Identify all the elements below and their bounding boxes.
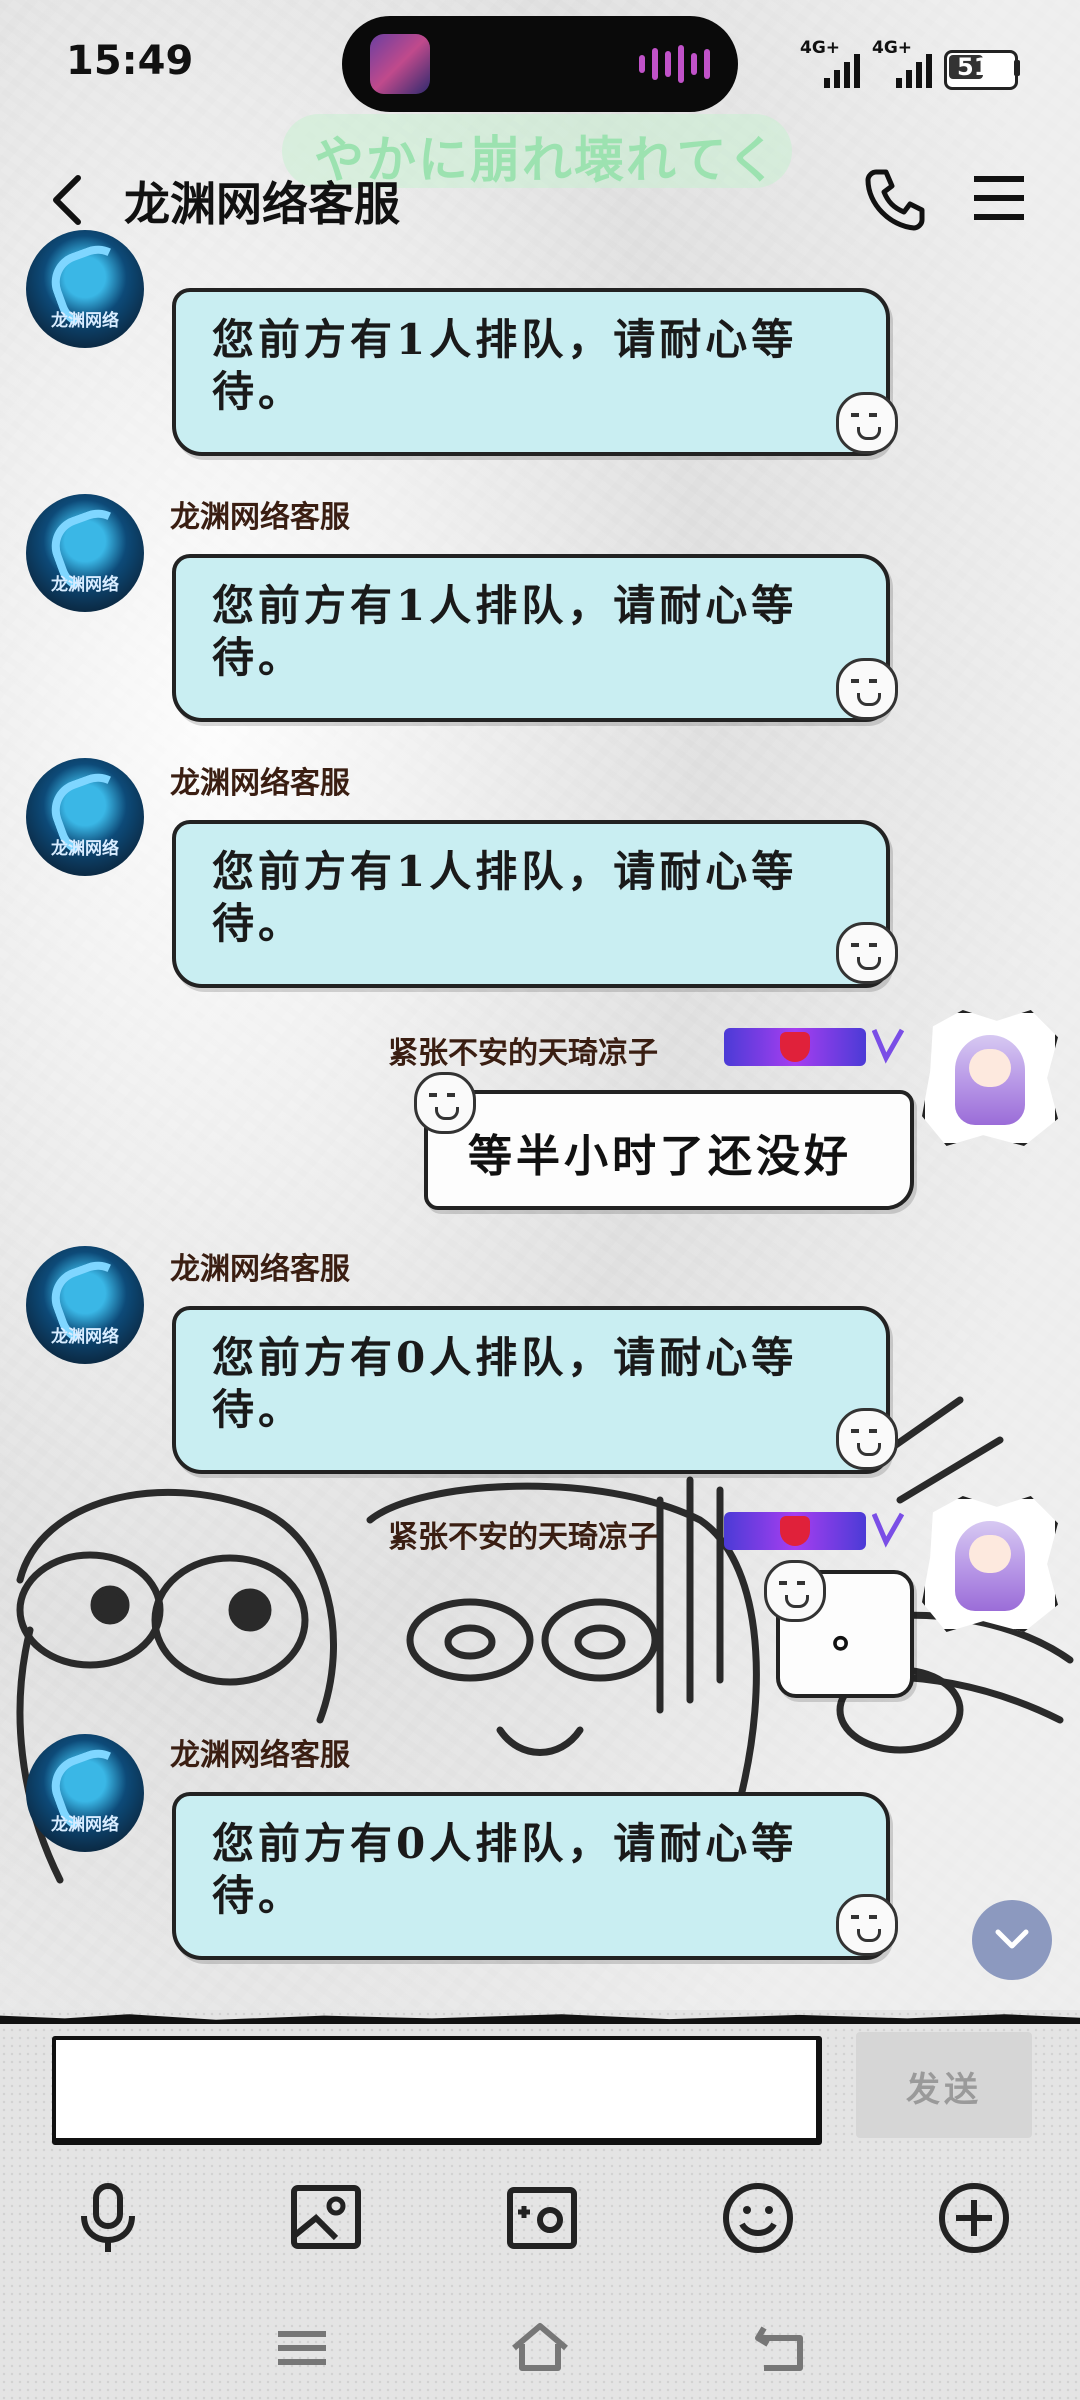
sticker-face-icon: [764, 1560, 826, 1622]
avatar[interactable]: 龙渊网络: [26, 1734, 144, 1852]
sticker-face-icon: [836, 922, 898, 984]
recents-icon[interactable]: [272, 2318, 332, 2378]
back-icon[interactable]: [750, 2318, 810, 2378]
sticker-face-icon: [836, 658, 898, 720]
hamburger-menu-icon[interactable]: [970, 172, 1028, 224]
signal-sim1-icon: 4G+: [800, 38, 870, 88]
sticker-face-icon: [414, 1072, 476, 1134]
vip-badge: [724, 1028, 866, 1066]
message-text: 您前方有1人排队，请耐心等待。: [212, 315, 798, 416]
sender-name: 龙渊网络客服: [170, 766, 350, 801]
sender-name: 紧张不安的天琦凉子: [388, 1036, 658, 1071]
sender-name: 龙渊网络客服: [170, 500, 350, 535]
sender-name: 龙渊网络客服: [170, 1252, 350, 1287]
emoji-icon[interactable]: [718, 2178, 798, 2258]
message-text: 。: [832, 1607, 880, 1658]
camera-icon[interactable]: [502, 2178, 582, 2258]
avatar-caption: 龙渊网络: [51, 1815, 119, 1835]
sticker-face-icon: [836, 1408, 898, 1470]
message-bubble-received[interactable]: 您前方有0人排队，请耐心等待。: [172, 1306, 890, 1474]
rank-badge-icon: [872, 1028, 904, 1064]
plus-icon[interactable]: [934, 2178, 1014, 2258]
rank-badge-icon: [872, 1512, 904, 1548]
sticker-face-icon: [836, 1894, 898, 1956]
chevron-down-icon: [995, 1929, 1029, 1949]
avatar[interactable]: 龙渊网络: [26, 230, 144, 348]
send-button[interactable]: 发送: [856, 2032, 1032, 2138]
battery-icon: 51: [944, 50, 1018, 90]
message-bubble-received[interactable]: 您前方有0人排队，请耐心等待。: [172, 1792, 890, 1960]
scroll-to-bottom-button[interactable]: [972, 1900, 1052, 1980]
message-text: 等半小时了还没好: [468, 1131, 852, 1182]
avatar[interactable]: 龙渊网络: [26, 494, 144, 612]
sticker-face-icon: [836, 392, 898, 454]
chat-header: 龙渊网络客服: [0, 140, 1080, 270]
avatar[interactable]: 龙渊网络: [26, 758, 144, 876]
message-input[interactable]: [52, 2036, 822, 2145]
message-text: 您前方有1人排队，请耐心等待。: [212, 847, 798, 948]
battery-level: 51: [957, 53, 991, 81]
media-thumbnail: [370, 34, 430, 94]
send-label: 发送: [906, 2070, 982, 2110]
avatar-caption: 龙渊网络: [51, 575, 119, 595]
audio-wave-icon: [639, 44, 710, 84]
chat-title: 龙渊网络客服: [124, 177, 400, 231]
avatar-caption: 龙渊网络: [51, 1327, 119, 1347]
message-text: 您前方有0人排队，请耐心等待。: [212, 1333, 798, 1434]
message-bubble-received[interactable]: 您前方有1人排队，请耐心等待。: [172, 820, 890, 988]
avatar-caption: 龙渊网络: [51, 311, 119, 331]
message-text: 您前方有0人排队，请耐心等待。: [212, 1819, 798, 1920]
user-avatar[interactable]: [922, 1010, 1058, 1146]
home-icon[interactable]: [510, 2318, 570, 2378]
user-avatar[interactable]: [922, 1496, 1058, 1632]
status-bar: 15:49 4G+ 4G+ 51: [0, 0, 1080, 120]
sender-name: 龙渊网络客服: [170, 1738, 350, 1773]
message-text: 您前方有1人排队，请耐心等待。: [212, 581, 798, 682]
phone-icon[interactable]: [862, 166, 928, 232]
signal-sim2-icon: 4G+: [872, 38, 942, 88]
battery-tip: [1014, 60, 1020, 76]
message-bubble-received[interactable]: 您前方有1人排队，请耐心等待。: [172, 554, 890, 722]
message-bubble-received[interactable]: 您前方有1人排队，请耐心等待。: [172, 288, 890, 456]
avatar[interactable]: 龙渊网络: [26, 1246, 144, 1364]
sender-name: 紧张不安的天琦凉子: [388, 1520, 658, 1555]
dynamic-island[interactable]: [342, 16, 738, 112]
avatar-caption: 龙渊网络: [51, 839, 119, 859]
vip-badge: [724, 1512, 866, 1550]
torn-edge: [0, 2014, 1080, 2024]
microphone-icon[interactable]: [68, 2178, 148, 2258]
message-bubble-sent[interactable]: 等半小时了还没好: [424, 1090, 914, 1210]
chevron-left-icon[interactable]: [40, 170, 100, 230]
image-icon[interactable]: [286, 2178, 366, 2258]
status-time: 15:49: [66, 38, 194, 84]
